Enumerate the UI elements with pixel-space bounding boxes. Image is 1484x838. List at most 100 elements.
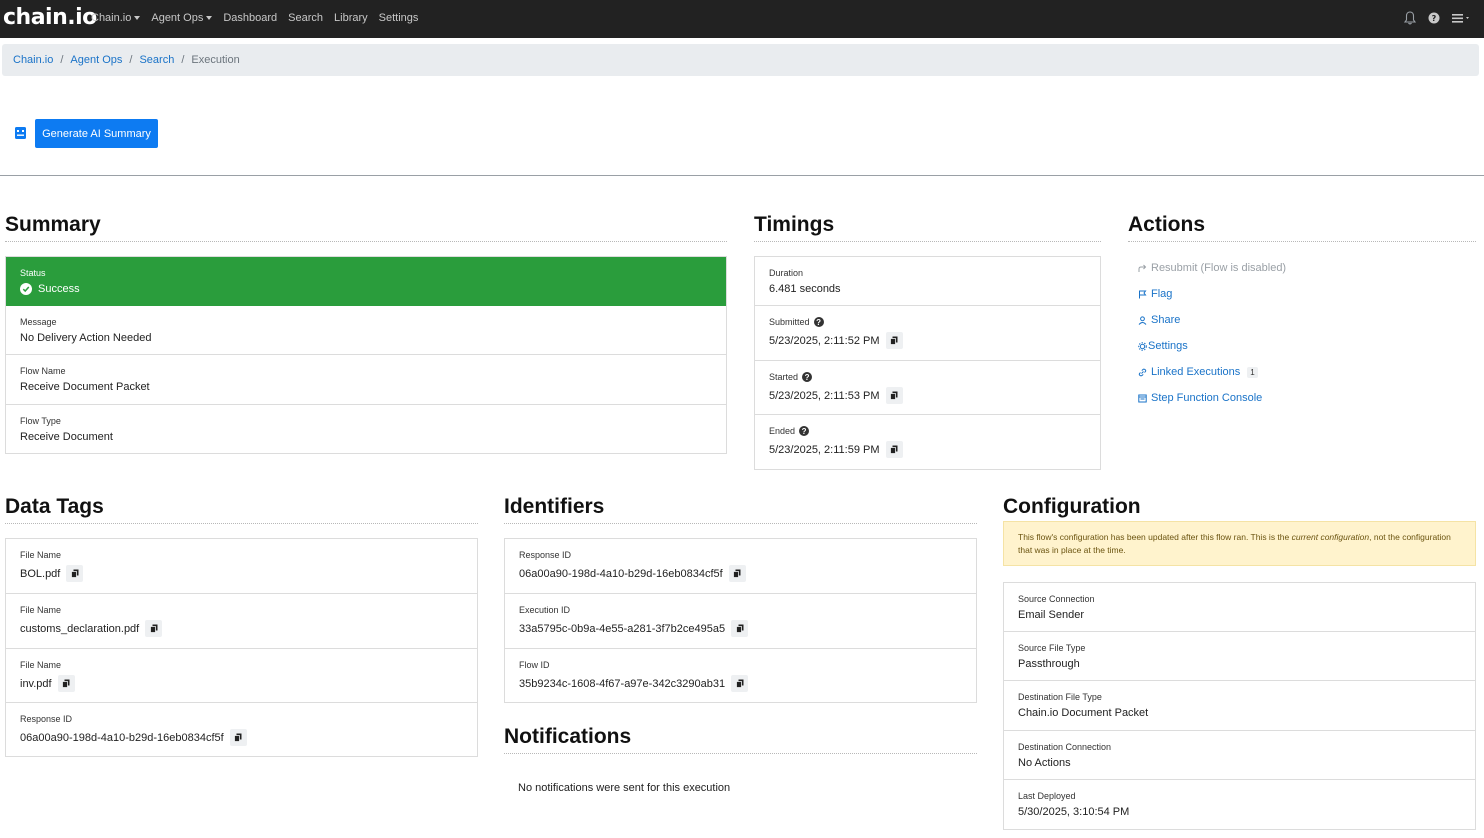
identifier-row: Flow ID 35b9234c-1608-4f67-a97e-342c3290… (505, 649, 976, 702)
nav-chainio-dropdown[interactable]: Chain.io (91, 12, 141, 24)
linked-executions-action[interactable]: Linked Executions 1 (1138, 366, 1258, 378)
row-value: 5/23/2025, 2:11:52 PM (769, 334, 880, 347)
person-icon (1138, 315, 1147, 325)
action-label: Linked Executions (1151, 366, 1241, 378)
nav-agent-ops-dropdown[interactable]: Agent Ops (151, 12, 213, 24)
timings-row-duration: Duration 6.481 seconds (755, 257, 1100, 306)
breadcrumb: Chain.io / Agent Ops / Search / Executio… (2, 44, 1479, 76)
nav-dashboard[interactable]: Dashboard (223, 12, 277, 24)
link-icon (1138, 368, 1147, 376)
help-circle-icon[interactable]: ? (802, 372, 813, 382)
timings-row-submitted: Submitted? 5/23/2025, 2:11:52 PM (755, 306, 1100, 361)
settings-action[interactable]: Settings (1138, 340, 1188, 352)
breadcrumb-separator: / (181, 54, 185, 66)
action-label: Settings (1148, 340, 1188, 352)
gear-icon (1138, 341, 1147, 351)
action-label: Step Function Console (1151, 392, 1263, 404)
breadcrumb-current: Execution (191, 54, 240, 66)
breadcrumb-separator: / (60, 54, 64, 66)
flag-icon (1139, 290, 1147, 298)
summary-row-flow-name: Flow Name Receive Document Packet (6, 355, 726, 405)
svg-text:?: ? (1432, 14, 1437, 23)
configuration-heading: Configuration (1003, 495, 1476, 524)
identifiers-card: Response ID 06a00a90-198d-4a10-b29d-16eb… (504, 538, 977, 703)
identifier-row: Execution ID 33a5795c-0b9a-4e55-a281-3f7… (505, 594, 976, 649)
breadcrumb-search[interactable]: Search (139, 54, 174, 66)
status-row: Status Success (6, 257, 726, 306)
action-label: Share (1151, 314, 1181, 326)
chevron-down-icon (206, 16, 213, 20)
menu-icon[interactable] (1452, 12, 1472, 24)
config-row-destination-file-type: Destination File Type Chain.io Document … (1004, 681, 1475, 731)
share-arrow-icon (1138, 264, 1147, 272)
breadcrumb-agent-ops[interactable]: Agent Ops (70, 54, 122, 66)
data-tags-card: File Name BOL.pdf File Name customs_decl… (5, 538, 478, 757)
nav-search[interactable]: Search (288, 12, 323, 24)
notifications-heading: Notifications (504, 725, 977, 754)
row-value: 35b9234c-1608-4f67-a97e-342c3290ab31 (519, 677, 726, 690)
top-navbar: chain.io Chain.io Agent Ops Dashboard Se… (0, 0, 1484, 38)
actions-heading: Actions (1128, 213, 1476, 242)
row-label: Submitted (769, 317, 810, 327)
linked-count-badge: 1 (1247, 366, 1258, 378)
config-row-source-file-type: Source File Type Passthrough (1004, 632, 1475, 681)
row-label: Flow Type (20, 416, 61, 426)
help-circle-icon[interactable]: ? (813, 317, 824, 327)
copy-icon[interactable] (731, 620, 749, 637)
nav-settings[interactable]: Settings (379, 12, 419, 24)
nav-library[interactable]: Library (334, 12, 368, 24)
status-label: Status (20, 268, 46, 278)
copy-icon[interactable] (57, 675, 75, 692)
row-label: Last Deployed (1018, 791, 1076, 801)
flag-action[interactable]: Flag (1138, 288, 1172, 300)
summary-heading: Summary (5, 213, 727, 242)
breadcrumb-chainio[interactable]: Chain.io (13, 54, 53, 66)
breadcrumb-separator: / (129, 54, 133, 66)
data-tag-row: File Name inv.pdf (6, 649, 477, 703)
summary-card: Status Success Message No Delivery Actio… (5, 256, 727, 454)
row-value: No Actions (1018, 757, 1071, 769)
configuration-alert: This flow's configuration has been updat… (1003, 521, 1476, 566)
copy-icon[interactable] (66, 565, 84, 582)
row-label: Execution ID (519, 605, 571, 615)
row-value: Chain.io Document Packet (1018, 707, 1149, 719)
step-function-console-action[interactable]: Step Function Console (1138, 392, 1262, 404)
row-value: 06a00a90-198d-4a10-b29d-16eb0834cf5f (519, 567, 723, 580)
row-value: inv.pdf (20, 677, 52, 690)
row-label: Source Connection (1018, 594, 1095, 604)
row-label: File Name (20, 605, 62, 615)
help-circle-icon[interactable]: ? (799, 426, 810, 436)
robot-icon (14, 126, 27, 140)
copy-icon[interactable] (885, 332, 903, 349)
share-action[interactable]: Share (1138, 314, 1180, 326)
generate-ai-summary-button[interactable]: Generate AI Summary (35, 119, 158, 148)
row-value: 6.481 seconds (769, 283, 841, 295)
row-label: Response ID (20, 714, 73, 724)
timings-heading: Timings (754, 213, 1101, 242)
row-label: Response ID (519, 550, 572, 560)
copy-icon[interactable] (885, 387, 903, 404)
check-circle-icon (20, 283, 32, 295)
copy-icon[interactable] (728, 565, 746, 582)
row-value: No Delivery Action Needed (20, 332, 152, 344)
identifiers-heading: Identifiers (504, 495, 977, 524)
action-label: Resubmit (Flow is disabled) (1151, 262, 1287, 274)
row-value: Receive Document (20, 431, 113, 443)
row-label: Ended (769, 426, 796, 436)
copy-icon[interactable] (731, 675, 749, 692)
brand-logo[interactable]: chain.io (3, 5, 97, 30)
console-icon (1138, 394, 1147, 402)
copy-icon[interactable] (229, 729, 247, 746)
nav-right-icons: ? (1404, 11, 1472, 25)
row-label: File Name (20, 660, 62, 670)
summary-row-flow-type: Flow Type Receive Document (6, 405, 726, 454)
timings-card: Duration 6.481 seconds Submitted? 5/23/2… (754, 256, 1101, 470)
row-value: 5/23/2025, 2:11:59 PM (769, 443, 880, 456)
row-label: File Name (20, 550, 62, 560)
section-divider (0, 175, 1484, 176)
bell-icon[interactable] (1404, 11, 1416, 25)
help-icon[interactable]: ? (1428, 12, 1440, 24)
copy-icon[interactable] (145, 620, 163, 637)
copy-icon[interactable] (885, 441, 903, 458)
row-value: Passthrough (1018, 658, 1080, 670)
